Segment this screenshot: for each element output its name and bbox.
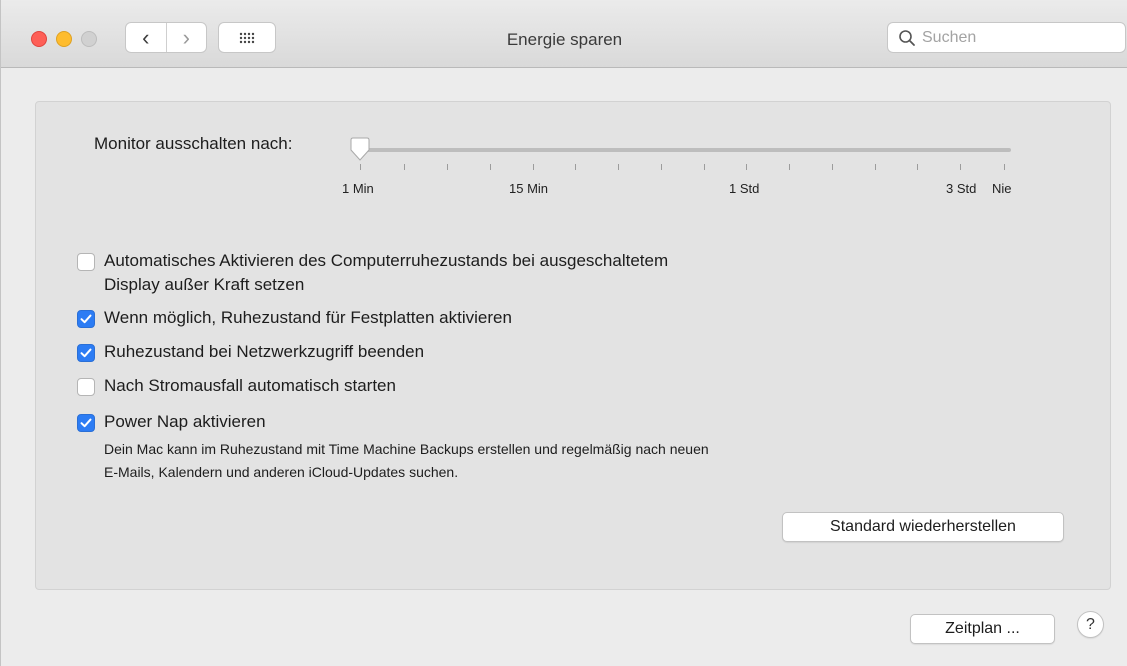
tick-label-1min: 1 Min: [342, 181, 374, 196]
restart-power-failure-label: Nach Stromausfall automatisch starten: [104, 376, 396, 395]
slider-tick: [360, 164, 361, 170]
checkmark-icon: [80, 348, 92, 358]
display-sleep-slider-track[interactable]: [357, 148, 1011, 152]
search-input[interactable]: [922, 28, 1112, 47]
slider-tick: [917, 164, 918, 170]
slider-tick: [704, 164, 705, 170]
prevent-sleep-checkbox[interactable]: [77, 253, 95, 271]
restore-defaults-button[interactable]: Standard wiederherstellen: [782, 512, 1064, 542]
slider-tick: [875, 164, 876, 170]
system-preferences-window: ‹ › Energie sparen Monito: [0, 0, 1127, 666]
option-disk-sleep[interactable]: Wenn möglich, Ruhezustand für Festplatte…: [77, 308, 512, 330]
slider-tick: [533, 164, 534, 170]
option-power-nap[interactable]: Power Nap aktivieren: [77, 412, 266, 434]
wake-network-checkbox[interactable]: [77, 344, 95, 362]
slider-tick: [490, 164, 491, 170]
option-wake-network[interactable]: Ruhezustand bei Netzwerkzugriff beenden: [77, 342, 425, 364]
search-icon: [899, 29, 915, 46]
display-sleep-label: Monitor ausschalten nach:: [94, 134, 293, 153]
checkmark-icon: [80, 418, 92, 428]
option-prevent-sleep[interactable]: Automatisches Aktivieren des Computerruh…: [77, 251, 669, 297]
power-nap-checkbox[interactable]: [77, 414, 95, 432]
titlebar: ‹ › Energie sparen: [1, 0, 1127, 68]
power-nap-description: Dein Mac kann im Ruhezustand mit Time Ma…: [104, 438, 709, 484]
slider-tick: [832, 164, 833, 170]
slider-tick: [960, 164, 961, 170]
tick-label-15min: 15 Min: [509, 181, 549, 196]
slider-tick: [789, 164, 790, 170]
tick-label-nie: Nie: [992, 181, 1012, 196]
power-nap-description-line2: E-Mails, Kalendern und anderen iCloud-Up…: [104, 464, 459, 480]
slider-tick: [618, 164, 619, 170]
prevent-sleep-label-line1: Automatisches Aktivieren des Computerruh…: [104, 251, 669, 270]
slider-tick: [575, 164, 576, 170]
disk-sleep-checkbox[interactable]: [77, 310, 95, 328]
help-button[interactable]: ?: [1077, 611, 1104, 638]
display-sleep-slider-thumb[interactable]: [347, 137, 373, 163]
tick-label-3std: 3 Std: [946, 181, 977, 196]
power-nap-description-line1: Dein Mac kann im Ruhezustand mit Time Ma…: [104, 441, 709, 457]
slider-tick: [447, 164, 448, 170]
slider-tick: [404, 164, 405, 170]
tick-label-1std: 1 Std: [729, 181, 760, 196]
prevent-sleep-label-line2: Display außer Kraft setzen: [104, 275, 305, 294]
schedule-button[interactable]: Zeitplan ...: [910, 614, 1055, 644]
slider-tick: [1004, 164, 1005, 170]
disk-sleep-label: Wenn möglich, Ruhezustand für Festplatte…: [104, 308, 512, 327]
checkmark-icon: [80, 314, 92, 324]
option-restart-power-failure[interactable]: Nach Stromausfall automatisch starten: [77, 376, 396, 398]
search-field[interactable]: [887, 22, 1126, 53]
restart-power-failure-checkbox[interactable]: [77, 378, 95, 396]
slider-tick: [746, 164, 747, 170]
slider-tick: [661, 164, 662, 170]
wake-network-label: Ruhezustand bei Netzwerkzugriff beenden: [104, 342, 425, 361]
power-nap-label: Power Nap aktivieren: [104, 412, 266, 431]
